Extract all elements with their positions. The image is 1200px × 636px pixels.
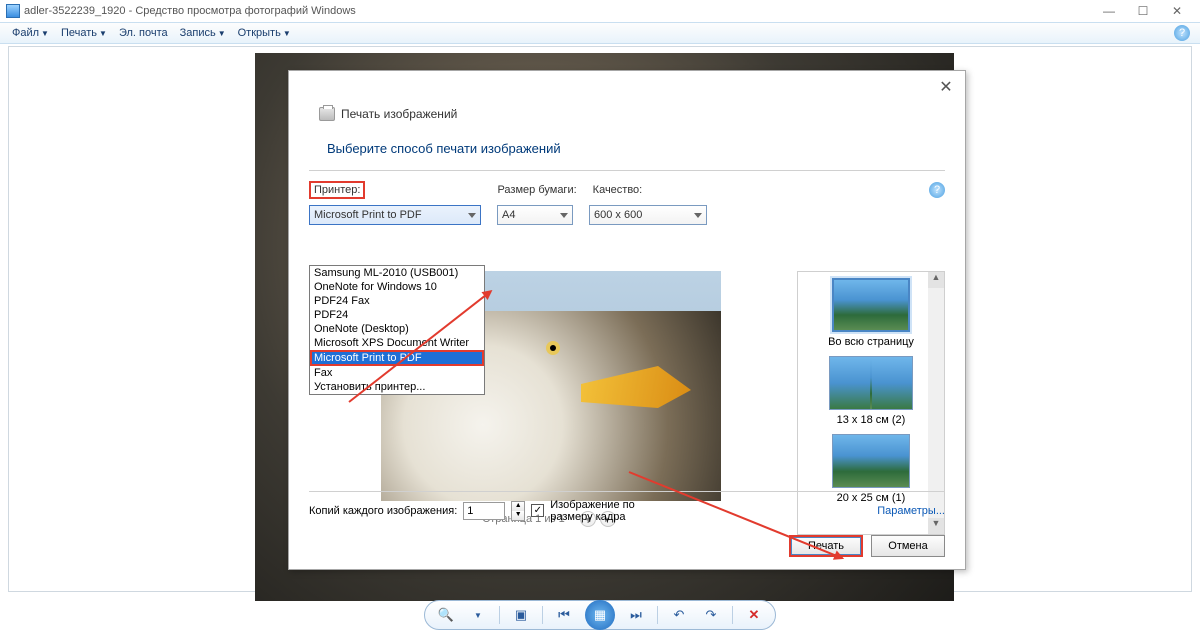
menu-email[interactable]: Эл. почта	[113, 25, 174, 41]
fit-button[interactable]: ▣	[510, 604, 532, 626]
paper-label: Размер бумаги:	[497, 184, 576, 196]
copies-label: Копий каждого изображения:	[309, 505, 457, 517]
printer-option[interactable]: PDF24 Fax	[310, 294, 484, 308]
copies-input[interactable]	[463, 502, 505, 520]
slideshow-button[interactable]: ▦	[585, 600, 615, 630]
print-dialog: ✕ Печать изображений Выберите способ печ…	[288, 70, 966, 570]
cancel-button[interactable]: Отмена	[871, 535, 945, 557]
layout-thumb	[829, 356, 913, 410]
layout-thumb	[832, 278, 910, 332]
printer-option[interactable]: Установить принтер...	[310, 380, 484, 394]
minimize-button[interactable]: ―	[1092, 1, 1126, 21]
delete-button[interactable]: ✕	[743, 604, 765, 626]
dialog-close-button[interactable]: ✕	[935, 77, 957, 97]
print-options-row: Принтер: Размер бумаги: Качество: ?	[289, 171, 965, 203]
file-name: adler-3522239_1920	[24, 5, 126, 17]
paper-combobox[interactable]: A4	[497, 205, 573, 225]
menubar: Файл▼ Печать▼ Эл. почта Запись▼ Открыть▼…	[0, 22, 1200, 44]
parameters-link[interactable]: Параметры...	[877, 505, 945, 517]
printer-icon	[319, 107, 335, 121]
rotate-right-button[interactable]: ↷	[700, 604, 722, 626]
close-button[interactable]: ✕	[1160, 1, 1194, 21]
previous-button[interactable]: ⏮	[553, 604, 575, 626]
quality-label: Качество:	[593, 184, 643, 196]
dialog-title: Печать изображений	[341, 107, 457, 121]
dialog-subtitle: Выберите способ печати изображений	[289, 129, 965, 170]
printer-option[interactable]: Samsung ML-2010 (USB001)	[310, 266, 484, 280]
printer-option[interactable]: OneNote for Windows 10	[310, 280, 484, 294]
maximize-button[interactable]: ☐	[1126, 1, 1160, 21]
help-icon[interactable]: ?	[1174, 25, 1190, 41]
rotate-left-button[interactable]: ↶	[668, 604, 690, 626]
menu-open[interactable]: Открыть▼	[232, 25, 297, 41]
printer-option[interactable]: Microsoft XPS Document Writer	[310, 336, 484, 350]
fit-label: Изображение по размеру кадра	[550, 499, 660, 523]
printer-label: Принтер:	[309, 181, 365, 199]
zoom-button[interactable]: 🔍	[435, 604, 457, 626]
layout-item[interactable]: 13 x 18 см (2)	[798, 350, 944, 428]
dialog-header: Печать изображений	[289, 71, 965, 129]
fit-checkbox[interactable]: ✓	[531, 504, 544, 517]
dialog-help-icon[interactable]: ?	[929, 182, 945, 198]
next-button[interactable]: ⏭	[625, 604, 647, 626]
print-button[interactable]: Печать	[789, 535, 863, 557]
zoom-dropdown-icon[interactable]: ▼	[467, 604, 489, 626]
layout-item[interactable]: Во всю страницу	[798, 272, 944, 350]
layout-thumb	[832, 434, 910, 488]
printer-option[interactable]: OneNote (Desktop)	[310, 322, 484, 336]
menu-print[interactable]: Печать▼	[55, 25, 113, 41]
viewer-toolbar: 🔍 ▼ ▣ ⏮ ▦ ⏭ ↶ ↷ ✕	[0, 596, 1200, 634]
printer-option[interactable]: Fax	[310, 366, 484, 380]
printer-combobox[interactable]: Microsoft Print to PDF	[309, 205, 481, 225]
copies-row: Копий каждого изображения: ▲▼ ✓ Изображе…	[309, 491, 945, 521]
titlebar: adler-3522239_1920 - Средство просмотра …	[0, 0, 1200, 22]
app-icon	[6, 4, 20, 18]
menu-burn[interactable]: Запись▼	[174, 25, 232, 41]
app-name: Средство просмотра фотографий Windows	[135, 5, 355, 17]
menu-file[interactable]: Файл▼	[6, 25, 55, 41]
quality-combobox[interactable]: 600 x 600	[589, 205, 707, 225]
printer-dropdown-list[interactable]: Samsung ML-2010 (USB001) OneNote for Win…	[309, 265, 485, 395]
copies-spinner[interactable]: ▲▼	[511, 501, 525, 521]
